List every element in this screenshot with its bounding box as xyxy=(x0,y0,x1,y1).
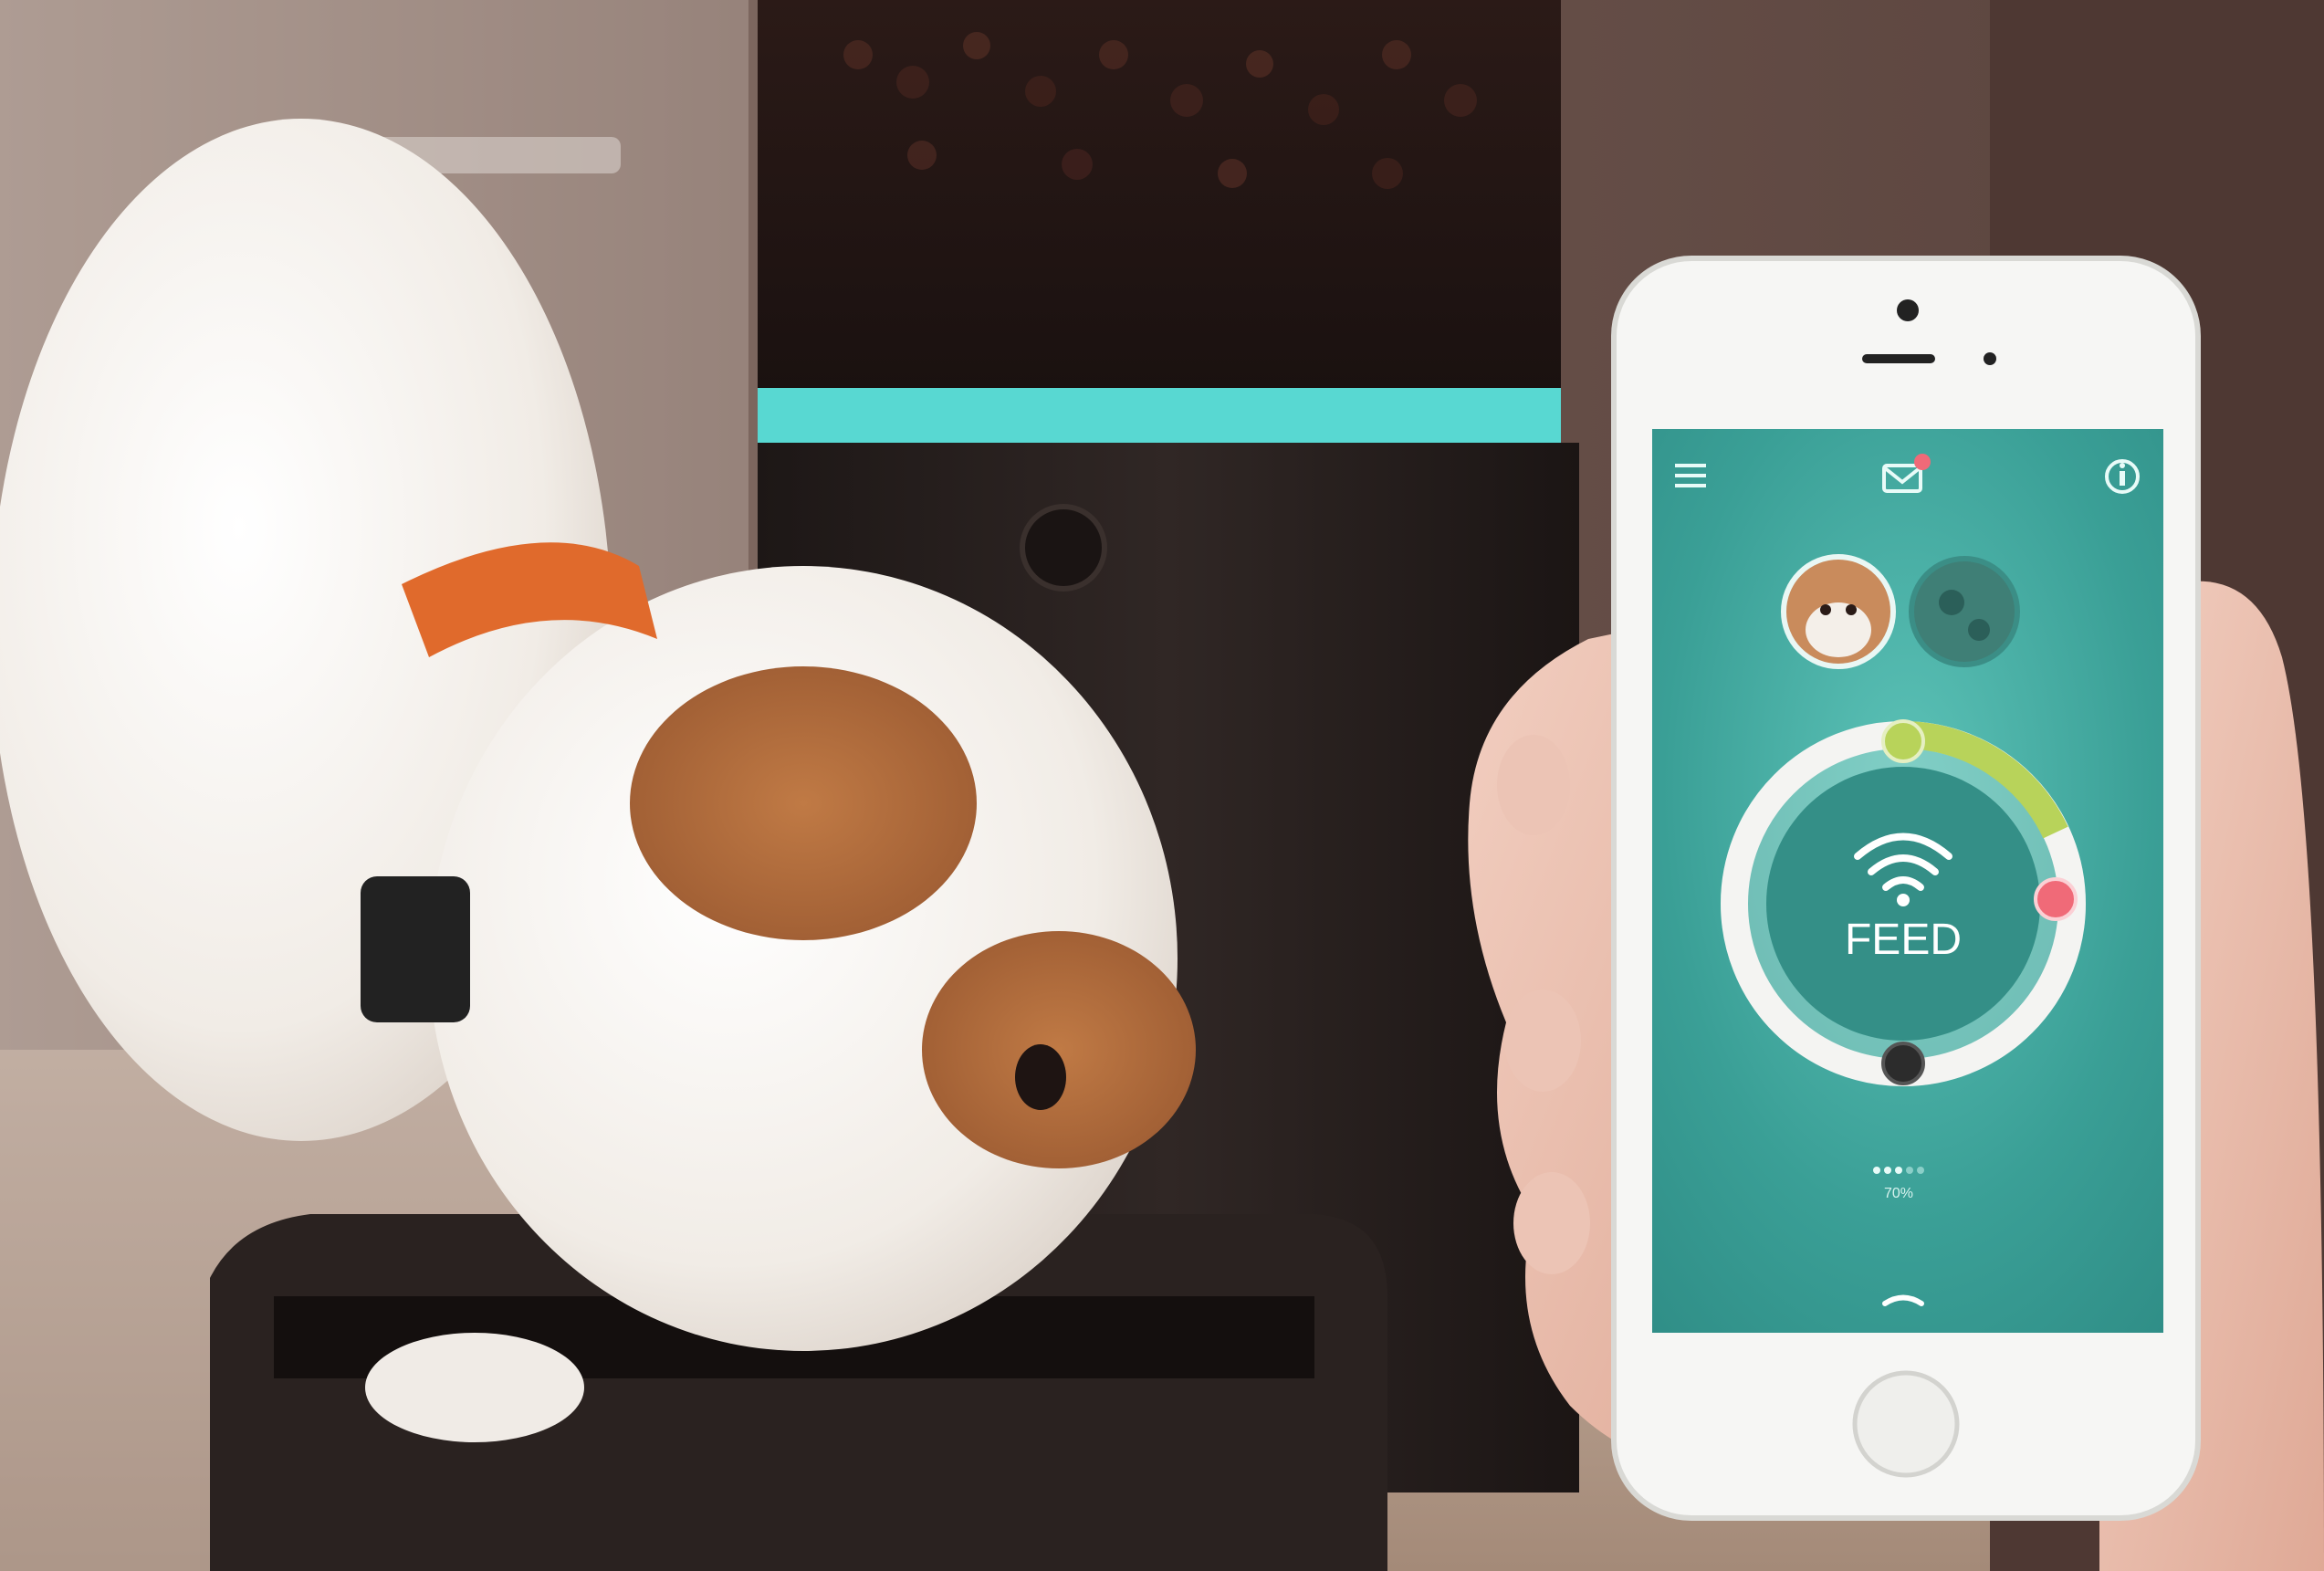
photo-canvas: FEED 70% xyxy=(0,0,2324,1571)
fingernail-1 xyxy=(1497,735,1570,835)
fingernail-2 xyxy=(1504,990,1581,1092)
fingernail-3 xyxy=(1513,1172,1590,1274)
dial-handle-top[interactable] xyxy=(1881,719,1925,763)
pet-avatar-dog[interactable] xyxy=(1781,554,1896,669)
collar-buckle xyxy=(361,876,470,1022)
feeder-button xyxy=(1020,504,1107,592)
phone-camera xyxy=(1897,299,1919,321)
dog-eye xyxy=(1015,1044,1066,1110)
pet-avatar-cat[interactable] xyxy=(1909,556,2020,667)
phone-speaker xyxy=(1862,354,1935,363)
app-screen: FEED 70% xyxy=(1652,429,2163,1333)
dog-paw xyxy=(365,1333,584,1442)
portion-value: 70% xyxy=(1884,1186,1913,1201)
feeder-teal-band xyxy=(758,388,1561,443)
feed-label: FEED xyxy=(1845,916,1962,964)
dial-handle-right[interactable] xyxy=(2034,877,2078,921)
feeder-hopper xyxy=(758,0,1561,393)
dial-handle-bottom[interactable] xyxy=(1881,1042,1925,1085)
dog-eye-patch xyxy=(922,931,1196,1168)
smartphone: FEED 70% xyxy=(1611,256,2201,1521)
hamburger-icon[interactable] xyxy=(1675,464,1706,487)
phone-home-button[interactable] xyxy=(1852,1370,1960,1478)
notification-badge xyxy=(1914,454,1931,470)
dog-ear-patch xyxy=(630,666,977,940)
phone-sensor xyxy=(1984,352,1996,365)
product-photo-scene: FEED 70% xyxy=(0,0,2324,1571)
